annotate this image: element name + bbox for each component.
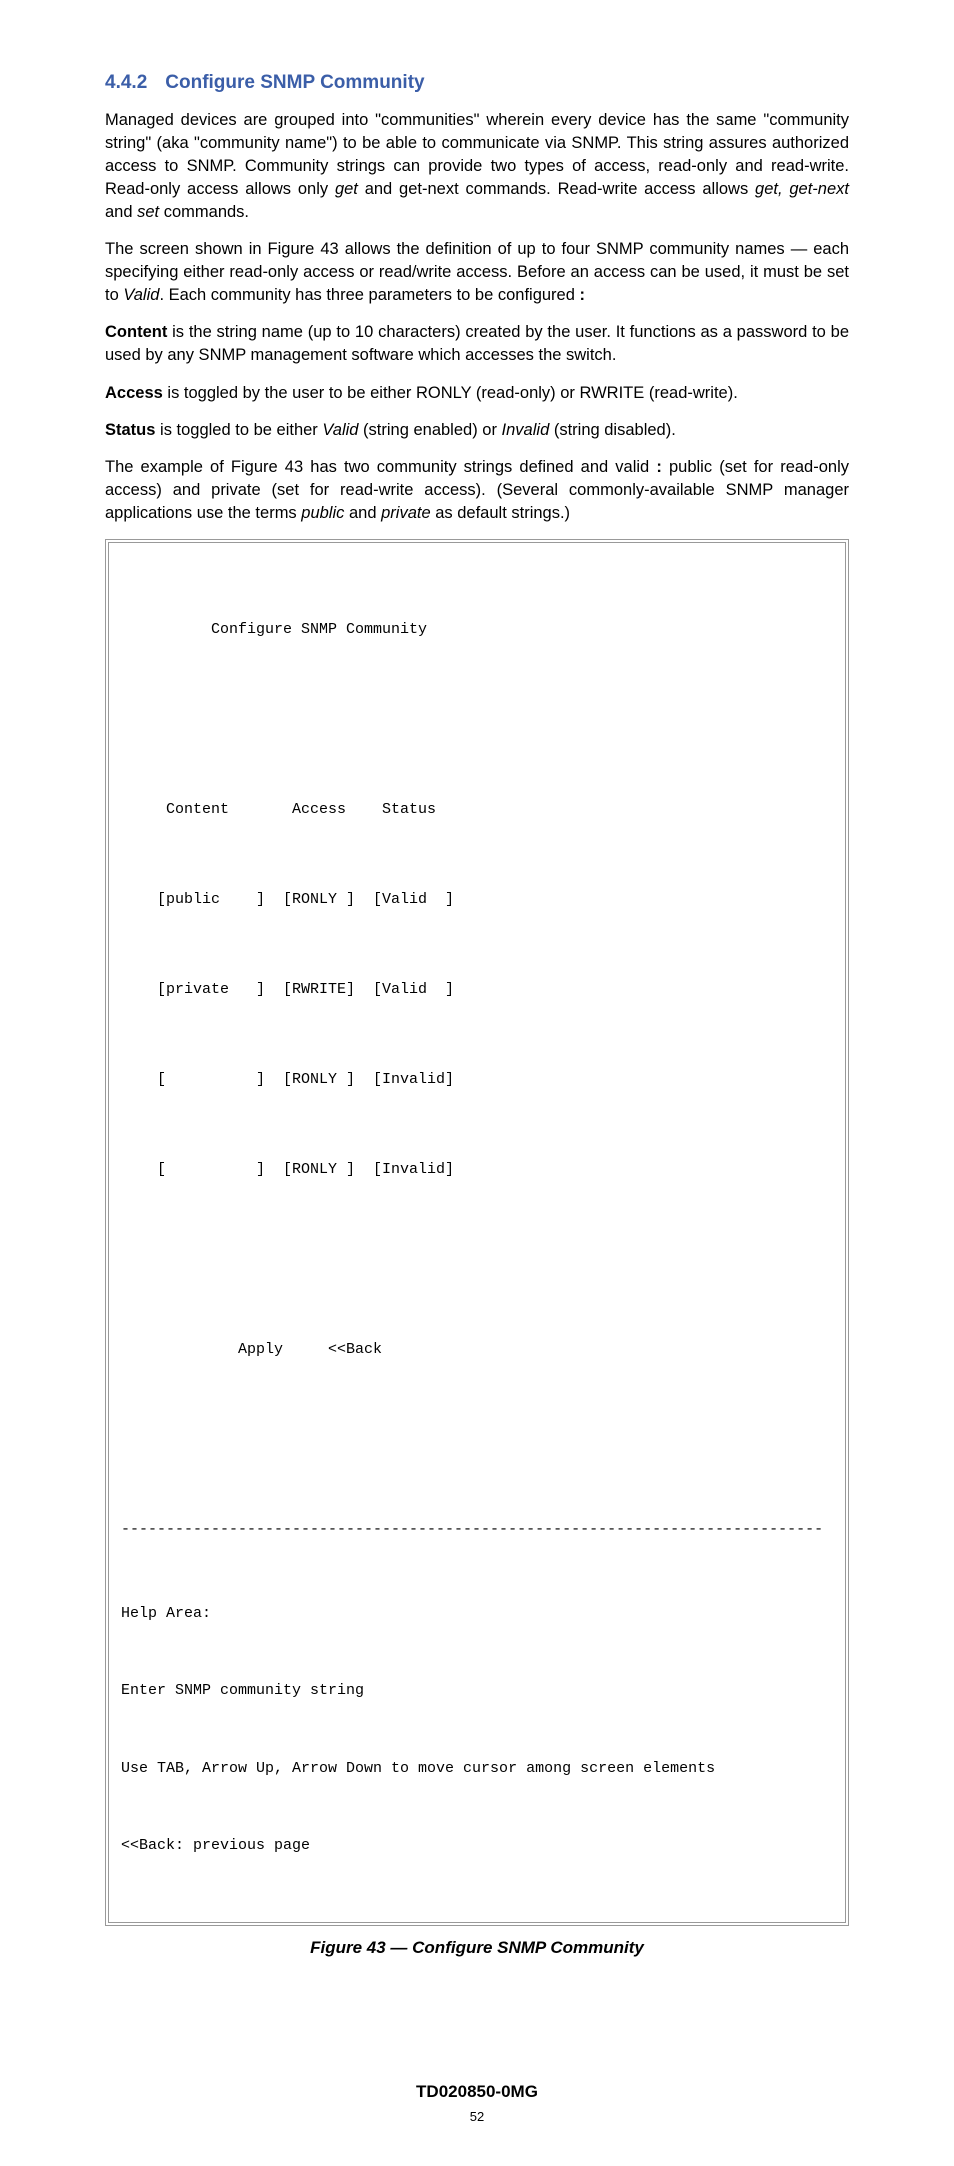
text: is toggled by the user to be either RONL…: [163, 384, 738, 402]
help-line: Use TAB, Arrow Up, Arrow Down to move cu…: [121, 1760, 833, 1777]
paragraph-5: Status is toggled to be either Valid (st…: [105, 419, 849, 442]
help-line: <<Back: previous page: [121, 1837, 833, 1854]
text-italic: Invalid: [502, 421, 550, 439]
page-number: 52: [105, 2108, 849, 2126]
terminal-divider: ----------------------------------------…: [121, 1515, 833, 1545]
text-italic: Valid: [123, 286, 159, 304]
terminal-row: [ ] [RONLY ] [Invalid]: [121, 1065, 833, 1095]
text-italic: Valid: [322, 421, 358, 439]
help-area-title: Help Area:: [121, 1605, 833, 1622]
text-bold: Status: [105, 421, 155, 439]
text-bold: Access: [105, 384, 163, 402]
paragraph-6: The example of Figure 43 has two communi…: [105, 456, 849, 525]
terminal-row: [ ] [RONLY ] [Invalid]: [121, 1155, 833, 1185]
text-italic: private: [381, 504, 431, 522]
terminal-actions: Apply <<Back: [121, 1335, 833, 1365]
help-line: Enter SNMP community string: [121, 1682, 833, 1699]
paragraph-1: Managed devices are grouped into "commun…: [105, 109, 849, 224]
text-italic: public: [301, 504, 344, 522]
text-italic: set: [137, 203, 159, 221]
text: is the string name (up to 10 characters)…: [105, 323, 849, 364]
text-italic: get: [335, 180, 358, 198]
text: and get-next commands. Read-write access…: [358, 180, 755, 198]
paragraph-2: The screen shown in Figure 43 allows the…: [105, 238, 849, 307]
terminal-title: Configure SNMP Community: [121, 615, 833, 645]
text-bold: Content: [105, 323, 167, 341]
section-heading: 4.4.2 Configure SNMP Community: [105, 70, 849, 97]
text: commands.: [159, 203, 249, 221]
terminal-row: [private ] [RWRITE] [Valid ]: [121, 975, 833, 1005]
text: and: [105, 203, 137, 221]
text: . Each community has three parameters to…: [159, 286, 579, 304]
text: (string disabled).: [549, 421, 676, 439]
text-bold: :: [580, 286, 586, 304]
heading-number: 4.4.2: [105, 72, 147, 93]
figure-caption: Figure 43 — Configure SNMP Community: [105, 1936, 849, 1960]
terminal-row: [public ] [RONLY ] [Valid ]: [121, 885, 833, 915]
paragraph-3: Content is the string name (up to 10 cha…: [105, 321, 849, 367]
heading-title: Configure SNMP Community: [165, 72, 424, 93]
text: is toggled to be either: [155, 421, 322, 439]
text: and: [344, 504, 381, 522]
terminal-header: Content Access Status: [121, 795, 833, 825]
text: The example of Figure 43 has two communi…: [105, 458, 656, 476]
paragraph-4: Access is toggled by the user to be eith…: [105, 382, 849, 405]
text-italic: get, get-next: [755, 180, 849, 198]
terminal-screenshot: Configure SNMP Community Content Access …: [105, 539, 849, 1926]
text: as default strings.): [431, 504, 570, 522]
document-id: TD020850-0MG: [105, 2080, 849, 2104]
text: (string enabled) or: [358, 421, 501, 439]
